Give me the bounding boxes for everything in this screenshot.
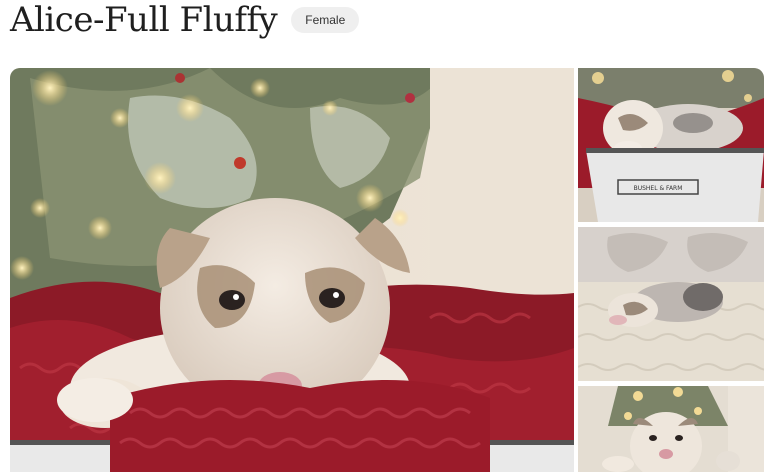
tub-label: BUSHEL & FARM xyxy=(634,185,683,192)
thumbnail-image-cushion xyxy=(578,227,764,381)
main-photo-image xyxy=(10,68,574,472)
thumbnail-image-tree xyxy=(578,386,764,472)
thumbnail-image-tub: BUSHEL & FARM xyxy=(578,68,764,222)
gallery-thumbnail-3[interactable] xyxy=(578,386,764,472)
gallery-thumbnail-1[interactable]: BUSHEL & FARM xyxy=(578,68,764,222)
listing-title: Alice-Full Fluffy xyxy=(10,0,278,40)
listing-header: Alice-Full Fluffy Female xyxy=(10,0,360,40)
gender-badge: Female xyxy=(291,7,360,33)
gallery-thumbnail-2[interactable] xyxy=(578,227,764,381)
main-photo[interactable] xyxy=(10,68,574,472)
